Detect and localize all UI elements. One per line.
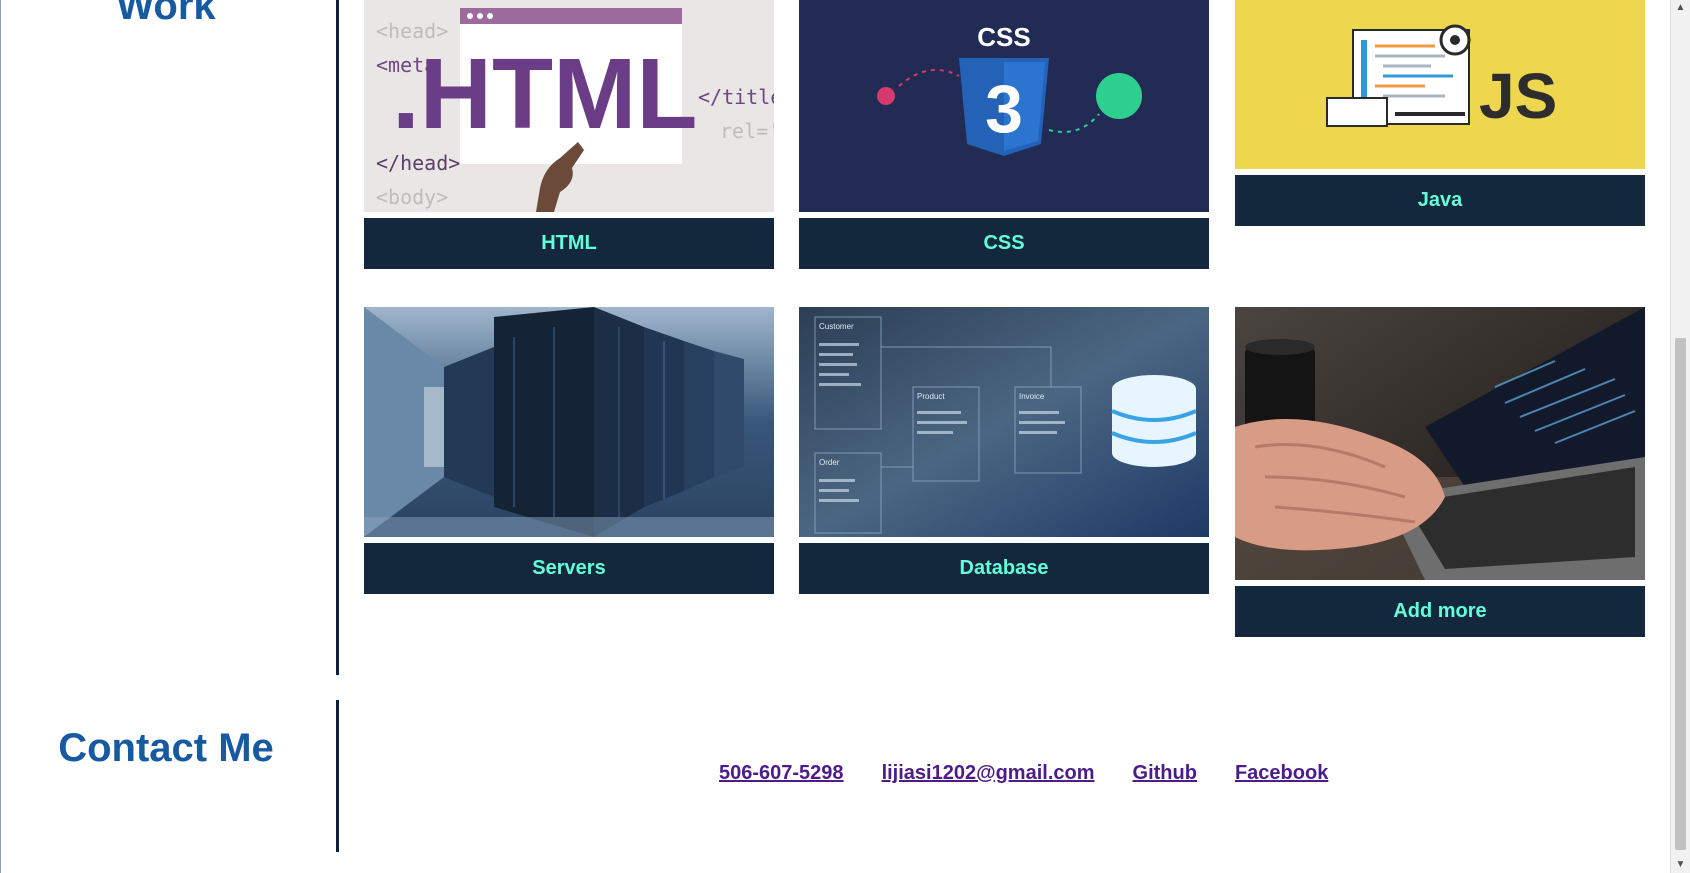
- html-code-line: <body>: [376, 185, 448, 209]
- db-table-label: Invoice: [1019, 392, 1045, 401]
- page: Work <head> <meta </head> <body> </title…: [0, 0, 1670, 873]
- github-link[interactable]: Github: [1133, 762, 1197, 785]
- card-java[interactable]: JS Java: [1235, 0, 1645, 226]
- laptop-typing-image: [1235, 307, 1645, 580]
- html-code-line: </title: [698, 85, 774, 109]
- card-add-more-label[interactable]: Add more: [1235, 586, 1645, 637]
- card-java-label[interactable]: Java: [1235, 175, 1645, 226]
- css-number-text: 3: [985, 71, 1023, 147]
- card-servers-label[interactable]: Servers: [364, 543, 774, 594]
- contact-divider: [336, 700, 339, 852]
- contact-section-title: Contact Me: [58, 726, 274, 770]
- card-css-label[interactable]: CSS: [799, 218, 1209, 269]
- html-code-line: rel=': [720, 119, 774, 143]
- email-link[interactable]: lijiasi1202@gmail.com: [882, 762, 1095, 785]
- database-image: Customer Product Invoice Order: [799, 307, 1209, 537]
- card-servers[interactable]: Servers: [364, 307, 774, 594]
- card-html[interactable]: <head> <meta </head> <body> </title rel=…: [364, 0, 774, 269]
- vertical-scrollbar[interactable]: ▲ ▼: [1670, 0, 1690, 873]
- facebook-link[interactable]: Facebook: [1235, 762, 1328, 785]
- db-table-label: Order: [819, 458, 840, 467]
- html-logo-image: <head> <meta </head> <body> </title rel=…: [364, 0, 774, 212]
- scroll-up-arrow-icon[interactable]: ▲: [1671, 0, 1690, 16]
- card-html-label[interactable]: HTML: [364, 218, 774, 269]
- server-room-image: [364, 307, 774, 537]
- card-database-label[interactable]: Database: [799, 543, 1209, 594]
- contact-links: 506-607-5298 lijiasi1202@gmail.com Githu…: [719, 762, 1328, 785]
- scrollbar-thumb[interactable]: [1675, 338, 1686, 850]
- db-table-label: Customer: [819, 322, 854, 331]
- css-badge-text: CSS: [977, 22, 1030, 52]
- card-css[interactable]: CSS 3 CSS: [799, 0, 1209, 269]
- phone-link[interactable]: 506-607-5298: [719, 762, 844, 785]
- work-section-title: Work: [116, 0, 216, 28]
- html-code-line: </head>: [376, 151, 460, 175]
- scroll-down-arrow-icon[interactable]: ▼: [1671, 857, 1690, 873]
- card-add-more[interactable]: Add more: [1235, 307, 1645, 637]
- js-text: JS: [1479, 60, 1557, 132]
- css-logo-image: CSS 3: [799, 0, 1209, 212]
- js-illustration-image: JS: [1235, 0, 1645, 169]
- db-table-label: Product: [917, 392, 945, 401]
- card-database[interactable]: Customer Product Invoice Order Database: [799, 307, 1209, 594]
- html-big-text: .HTML: [392, 38, 697, 150]
- work-divider: [336, 0, 339, 675]
